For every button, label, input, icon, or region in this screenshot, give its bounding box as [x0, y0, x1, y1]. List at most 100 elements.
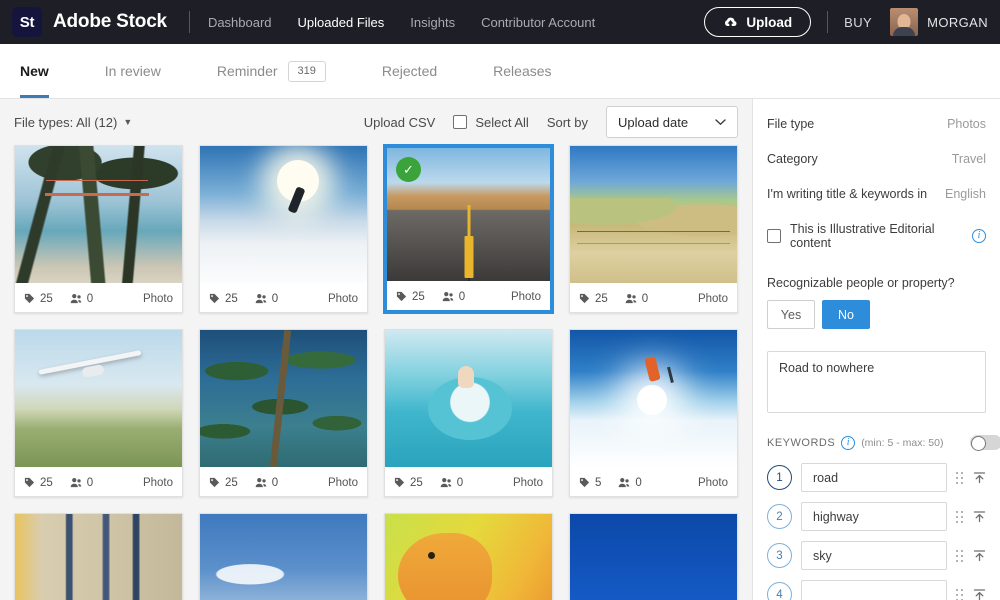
keywords-toggle[interactable] — [970, 435, 1000, 451]
keyword-count-group: 25 — [396, 291, 425, 303]
asset-card[interactable] — [14, 513, 183, 600]
people-count: 0 — [456, 476, 464, 489]
keyword-count: 25 — [225, 292, 238, 305]
recognizable-no-button[interactable]: No — [822, 300, 870, 329]
asset-thumbnail[interactable] — [15, 330, 182, 467]
tag-icon — [209, 477, 220, 488]
asset-thumbnail[interactable] — [570, 330, 737, 467]
asset-thumbnail[interactable] — [385, 514, 552, 600]
asset-thumbnail[interactable] — [200, 330, 367, 467]
people-count: 0 — [271, 476, 279, 489]
keyword-input[interactable] — [801, 580, 947, 600]
file-type-label: File type — [767, 117, 815, 131]
move-to-top-icon[interactable] — [973, 588, 986, 600]
keyword-count: 25 — [225, 476, 238, 489]
asset-card-selected[interactable]: ✓ 25 0 Photo — [384, 145, 553, 313]
asset-card[interactable] — [199, 513, 368, 600]
drag-handle-icon[interactable] — [956, 549, 964, 562]
asset-thumbnail[interactable] — [570, 514, 737, 600]
upload-button-label: Upload — [746, 14, 793, 30]
files-toolbar: File types: All (12) ▼ Upload CSV Select… — [0, 99, 752, 145]
drag-handle-icon[interactable] — [956, 588, 964, 600]
tab-rejected[interactable]: Rejected — [382, 44, 437, 98]
editorial-checkbox[interactable] — [767, 229, 781, 243]
asset-thumbnail[interactable] — [385, 330, 552, 467]
asset-card[interactable]: 25 0 Photo — [199, 145, 368, 313]
file-type-row[interactable]: File type Photos — [753, 117, 1000, 131]
asset-type: Photo — [510, 290, 541, 303]
asset-card[interactable]: 5 0 Photo — [569, 329, 738, 497]
asset-thumbnail[interactable] — [15, 146, 182, 283]
buy-link[interactable]: BUY — [844, 15, 872, 30]
recognizable-yes-button[interactable]: Yes — [767, 300, 815, 329]
keyword-input[interactable]: road — [801, 463, 947, 492]
title-input[interactable]: Road to nowhere — [767, 351, 986, 413]
asset-thumbnail[interactable] — [200, 514, 367, 600]
file-types-dropdown[interactable]: File types: All (12) ▼ — [14, 115, 132, 130]
avatar[interactable] — [890, 8, 919, 36]
tag-icon — [579, 293, 590, 304]
asset-card[interactable]: 25 0 Photo — [384, 329, 553, 497]
asset-thumbnail[interactable] — [570, 146, 737, 283]
adobe-stock-logo-icon[interactable]: St — [12, 7, 42, 37]
editorial-content-row[interactable]: This is Illustrative Editorial content i — [753, 222, 1000, 250]
people-count-group: 0 — [70, 293, 93, 305]
recognizable-toggle-group: Yes No — [753, 300, 1000, 329]
drag-handle-icon[interactable] — [956, 471, 964, 484]
tab-reminder[interactable]: Reminder 319 — [217, 44, 326, 98]
header-nav-contributor-account[interactable]: Contributor Account — [481, 15, 595, 30]
tab-new[interactable]: New — [20, 44, 49, 98]
asset-card[interactable] — [384, 513, 553, 600]
tag-icon — [396, 291, 407, 302]
header-nav-uploaded-files[interactable]: Uploaded Files — [298, 15, 385, 30]
tag-icon — [209, 293, 220, 304]
select-all-checkbox[interactable] — [453, 115, 468, 129]
asset-type: Photo — [697, 476, 728, 489]
keyword-row: 3 sky — [753, 541, 1000, 570]
tag-icon — [394, 477, 405, 488]
select-all-control[interactable]: Select All — [453, 114, 529, 130]
asset-thumbnail[interactable] — [15, 514, 182, 600]
asset-card[interactable] — [569, 513, 738, 600]
upload-button[interactable]: Upload — [704, 7, 812, 37]
keyword-count: 25 — [40, 292, 53, 305]
editorial-label: This is Illustrative Editorial content — [790, 222, 935, 250]
user-name[interactable]: MORGAN — [927, 15, 988, 30]
move-to-top-icon[interactable] — [973, 471, 986, 484]
move-to-top-icon[interactable] — [973, 549, 986, 562]
people-count-group: 0 — [440, 477, 463, 489]
category-row[interactable]: Category Travel — [753, 152, 1000, 166]
asset-thumbnail[interactable] — [200, 146, 367, 283]
header-nav-dashboard[interactable]: Dashboard — [208, 15, 272, 30]
drag-handle-icon[interactable] — [956, 510, 964, 523]
asset-card[interactable]: 25 0 Photo — [14, 329, 183, 497]
people-count-group: 0 — [618, 477, 642, 489]
people-count: 0 — [458, 290, 466, 303]
asset-meta: 25 0 Photo — [387, 281, 550, 310]
keyword-input[interactable]: sky — [801, 541, 947, 570]
people-count: 0 — [86, 292, 94, 305]
people-icon — [70, 478, 82, 488]
asset-card[interactable]: 25 0 Photo — [569, 145, 738, 313]
upload-csv-link[interactable]: Upload CSV — [364, 115, 436, 130]
people-count: 0 — [271, 292, 279, 305]
language-value: English — [945, 187, 986, 201]
header-divider — [188, 11, 190, 33]
keyword-count-group: 25 — [394, 477, 423, 489]
move-to-top-icon[interactable] — [973, 510, 986, 523]
keywords-range: (min: 5 - max: 50) — [861, 436, 944, 449]
keyword-count: 25 — [412, 290, 425, 303]
keyword-input[interactable]: highway — [801, 502, 947, 531]
sort-by-select[interactable]: Upload date — [606, 106, 738, 138]
info-icon[interactable]: i — [972, 229, 986, 243]
asset-card[interactable]: 25 0 Photo — [199, 329, 368, 497]
tab-in-review[interactable]: In review — [105, 44, 161, 98]
select-all-label: Select All — [475, 114, 529, 130]
tag-icon — [24, 477, 35, 488]
language-row[interactable]: I'm writing title & keywords in English — [753, 187, 1000, 201]
tab-releases[interactable]: Releases — [493, 44, 551, 98]
sort-by-label: Sort by — [546, 114, 588, 130]
info-icon[interactable]: i — [841, 435, 856, 450]
asset-card[interactable]: 25 0 Photo — [14, 145, 183, 313]
header-nav-insights[interactable]: Insights — [410, 15, 455, 30]
